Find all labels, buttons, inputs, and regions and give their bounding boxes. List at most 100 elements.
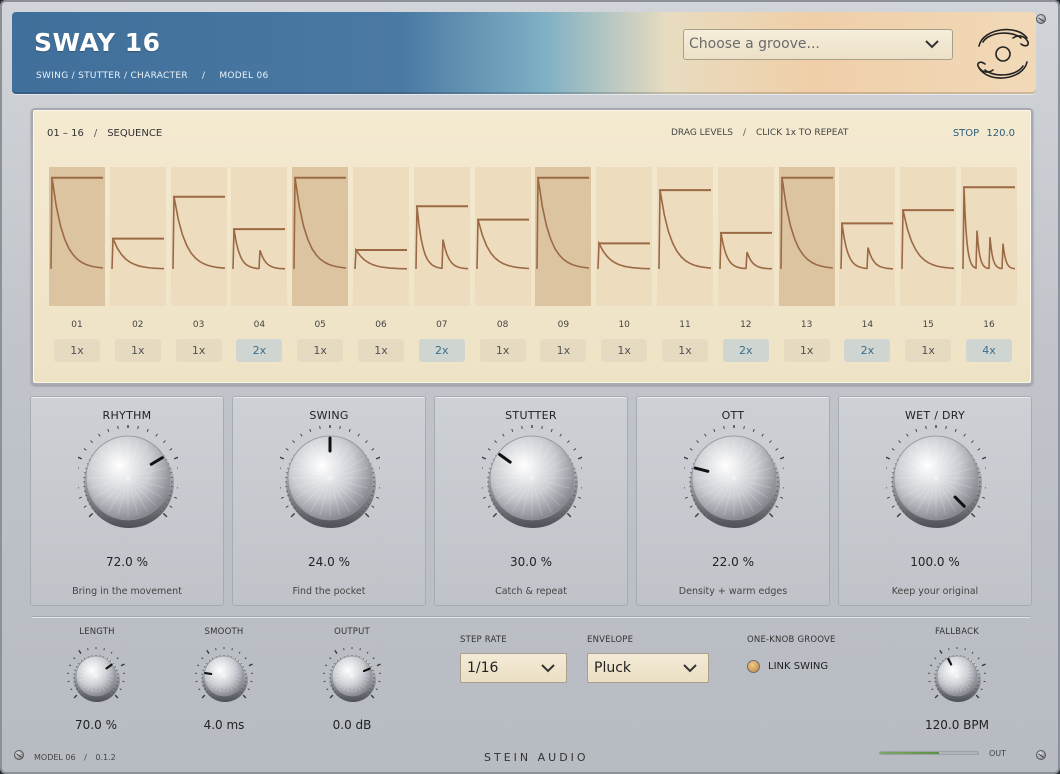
step-envelope-curve (475, 219, 529, 270)
step-envelope-curve (718, 232, 772, 270)
step-level-05[interactable] (292, 167, 349, 306)
rhythm-module: RHYTHM 72.0 % Bring in the movement (30, 396, 224, 606)
step-envelope-curve (171, 196, 225, 270)
step-envelope-graph (475, 218, 529, 270)
step-envelope-graph (962, 186, 1016, 270)
step-rate-select[interactable]: 1/16 (460, 653, 567, 683)
transport-status: STOP 120.0 (953, 128, 1015, 139)
step-repeat-button-12[interactable]: 2x (722, 339, 769, 362)
one-knob-groove-label: ONE-KNOB GROOVE (747, 635, 836, 645)
step-number: 06 (375, 320, 387, 330)
step-number: 13 (800, 320, 813, 330)
step-level-07[interactable] (413, 167, 470, 306)
step-envelope-curve (962, 187, 1016, 270)
chevron-down-icon (683, 664, 697, 673)
step-envelope-curve (840, 223, 894, 270)
link-swing-toggle[interactable]: LINK SWING (747, 660, 828, 673)
screw-icon (1036, 14, 1046, 24)
step-repeat-button-03[interactable]: 1x (175, 339, 222, 362)
stutter-knob[interactable] (482, 425, 582, 535)
step-level-09[interactable] (535, 167, 592, 306)
step-envelope-curve (293, 177, 347, 270)
step-envelope-graph (779, 176, 833, 270)
step-level-12[interactable] (717, 167, 774, 306)
step-number: 11 (679, 320, 691, 330)
step-level-16[interactable] (961, 167, 1017, 306)
stutter-value: 30.0 % (510, 555, 552, 569)
step-envelope-graph (718, 231, 772, 270)
step-envelope-graph (354, 247, 408, 270)
step-level-13[interactable] (778, 167, 835, 306)
step-level-15[interactable] (900, 167, 957, 306)
swing-module: SWING 24.0 % Find the pocket (232, 396, 426, 606)
length-knob[interactable] (63, 643, 129, 709)
screw-icon (14, 750, 24, 760)
step-envelope-graph (171, 195, 225, 270)
step-level-03[interactable] (170, 167, 227, 306)
step-envelope-curve (658, 190, 712, 270)
transport-bpm: 120.0 (986, 128, 1015, 139)
smooth-value: 4.0 ms (203, 718, 245, 732)
step-repeat-button-04[interactable]: 2x (236, 339, 283, 362)
fallback-knob[interactable] (924, 643, 990, 709)
sequence-panel: 01 – 16/SEQUENCE DRAG LEVELS / CLICK 1x TO… (31, 108, 1033, 385)
step-level-02[interactable] (109, 167, 166, 306)
step-level-04[interactable] (231, 167, 288, 306)
step-repeat-button-07[interactable]: 2x (418, 339, 465, 362)
step-level-14[interactable] (839, 167, 896, 306)
footer-model: MODEL 06 (34, 753, 76, 762)
ott-knob[interactable] (684, 425, 784, 535)
envelope-select[interactable]: Pluck (587, 653, 709, 683)
step-repeat-button-10[interactable]: 1x (601, 339, 648, 362)
step-number: 07 (436, 320, 448, 330)
step-number: 16 (983, 320, 995, 330)
step-level-11[interactable] (657, 167, 713, 306)
step-repeat-button-02[interactable]: 1x (114, 339, 161, 362)
rhythm-knob[interactable] (78, 425, 178, 535)
step-level-10[interactable] (596, 167, 653, 306)
screw-icon (1036, 750, 1046, 760)
step-repeat-button-06[interactable]: 1x (358, 339, 404, 362)
step-level-01[interactable] (49, 167, 105, 306)
groove-select-placeholder: Choose a groove... (689, 36, 820, 52)
step-repeat-button-14[interactable]: 2x (844, 339, 891, 362)
ott-module: OTT 22.0 % Density + warm edges (636, 396, 830, 606)
output-meter-fill (880, 752, 939, 754)
envelope-value: Pluck (594, 660, 632, 676)
wet-dry-module: WET / DRY 100.0 % Keep your original (838, 396, 1032, 606)
step-repeat-button-08[interactable]: 1x (479, 339, 526, 362)
smooth-knob[interactable] (191, 643, 257, 709)
step-repeat-button-05[interactable]: 1x (297, 339, 344, 362)
step-repeat-button-11[interactable]: 1x (662, 339, 708, 362)
step-number: 10 (618, 320, 630, 330)
wet-dry-knob[interactable] (886, 425, 986, 535)
step-envelope-curve (414, 206, 468, 270)
footer-version-number: 0.1.2 (95, 753, 116, 762)
step-number: 04 (253, 320, 266, 330)
swing-knob[interactable] (280, 425, 380, 535)
step-number: 15 (922, 320, 934, 330)
step-number: 08 (496, 320, 509, 330)
step-number: 05 (314, 320, 326, 330)
envelope-label: ENVELOPE (587, 635, 634, 645)
step-number: 03 (192, 320, 205, 330)
hands-logo-icon (977, 28, 1029, 79)
step-repeat-button-09[interactable]: 1x (540, 339, 587, 362)
step-number: 01 (71, 320, 83, 330)
groove-preset-select[interactable]: Choose a groove... (683, 29, 953, 60)
step-envelope-curve (597, 240, 651, 270)
step-level-06[interactable] (353, 167, 409, 306)
output-knob[interactable] (319, 643, 385, 709)
stutter-module: STUTTER 30.0 % Catch & repeat (434, 396, 628, 606)
step-level-08[interactable] (474, 167, 531, 306)
header-banner: SWAY 16 SWING / STUTTER / CHARACTER / MO… (12, 12, 1036, 94)
length-label: LENGTH (79, 627, 115, 637)
plugin-subtitle: SWING / STUTTER / CHARACTER / MODEL 06 (36, 71, 269, 81)
step-repeat-button-01[interactable]: 1x (54, 339, 100, 362)
output-value: 0.0 dB (332, 718, 372, 732)
step-repeat-button-15[interactable]: 1x (905, 339, 952, 362)
step-repeat-button-13[interactable]: 1x (783, 339, 830, 362)
subtitle-separator: / (201, 71, 206, 81)
step-envelope-graph (840, 222, 894, 270)
step-repeat-button-16[interactable]: 4x (966, 339, 1012, 362)
